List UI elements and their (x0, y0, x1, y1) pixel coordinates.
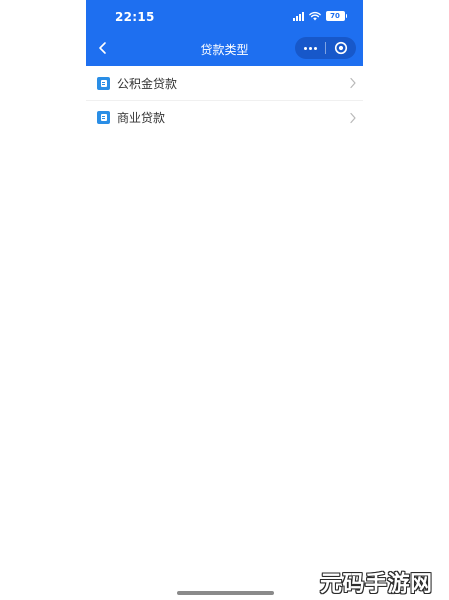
more-button[interactable] (295, 37, 325, 59)
list-item-provident-fund-loan[interactable]: 公积金贷款 (86, 66, 363, 100)
mini-program-capsule (295, 37, 356, 59)
target-circle-icon (334, 41, 348, 55)
list-item-label: 商业贷款 (117, 111, 166, 125)
home-indicator[interactable] (177, 591, 274, 595)
more-dots-icon (303, 46, 307, 50)
document-icon (97, 76, 110, 90)
chevron-right-icon (350, 112, 356, 124)
briefcase-icon (97, 111, 110, 124)
cellular-signal-icon (292, 11, 304, 21)
status-time: 22:15 (115, 10, 155, 24)
list-item-commercial-loan[interactable]: 商业贷款 (86, 100, 363, 134)
status-icons: 70 (292, 11, 347, 21)
watermark: 元码手游网 (320, 572, 433, 597)
battery-level: 70 (325, 11, 345, 21)
battery-icon: 70 (325, 11, 347, 21)
chevron-right-icon (350, 77, 356, 89)
loan-type-list: 公积金贷款 商业贷款 (86, 66, 363, 134)
app-header: 22:15 70 贷款类型 (86, 0, 363, 66)
list-item-label: 公积金贷款 (117, 76, 178, 91)
phone-screen: 22:15 70 贷款类型 公积金贷款 商业贷款 (86, 0, 363, 600)
wifi-icon (308, 11, 321, 21)
close-button[interactable] (326, 37, 356, 59)
